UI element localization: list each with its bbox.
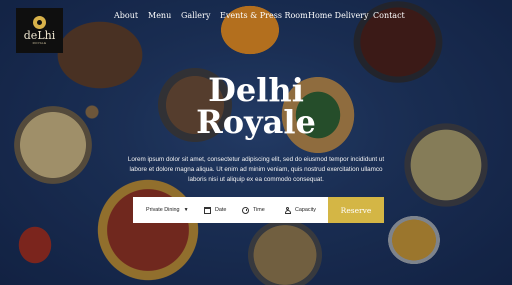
nav-item-menu[interactable]: Menu xyxy=(148,10,171,22)
reservation-bar: Private Dining ▼ Date Time Capacity Rese… xyxy=(133,197,384,223)
user-icon xyxy=(284,206,291,214)
time-label: Time xyxy=(253,207,265,213)
nav-item-home-delivery[interactable]: Home Delivery xyxy=(308,10,369,22)
hero-overlay xyxy=(0,0,512,285)
date-label: Date xyxy=(215,207,227,213)
logo-subtext: ROYALE xyxy=(32,40,47,45)
date-field[interactable]: Date xyxy=(204,197,226,223)
chevron-down-icon: ▼ xyxy=(183,207,189,213)
clock-icon xyxy=(242,206,249,214)
logo-text: deLhi xyxy=(23,28,56,42)
nav-item-about[interactable]: About xyxy=(114,10,138,22)
dining-type-select[interactable]: Private Dining ▼ xyxy=(146,197,189,223)
reserve-button[interactable]: Reserve xyxy=(328,197,384,223)
hero-description: Lorem ipsum dolor sit amet, consectetur … xyxy=(127,156,385,184)
capacity-label: Capacity xyxy=(295,207,316,213)
nav-item-contact[interactable]: Contact xyxy=(373,10,405,22)
nav-item-events[interactable]: Events & Press Room xyxy=(220,10,308,22)
hero-title-line2: Royale xyxy=(196,103,316,141)
hero-title-line1: Delhi xyxy=(208,71,304,109)
main-nav: About Menu Gallery Events & Press Room H… xyxy=(0,10,512,24)
nav-item-gallery[interactable]: Gallery xyxy=(181,10,210,22)
calendar-icon xyxy=(204,206,211,214)
capacity-field[interactable]: Capacity xyxy=(284,197,316,223)
dining-type-value: Private Dining xyxy=(146,207,180,213)
time-field[interactable]: Time xyxy=(242,197,265,223)
